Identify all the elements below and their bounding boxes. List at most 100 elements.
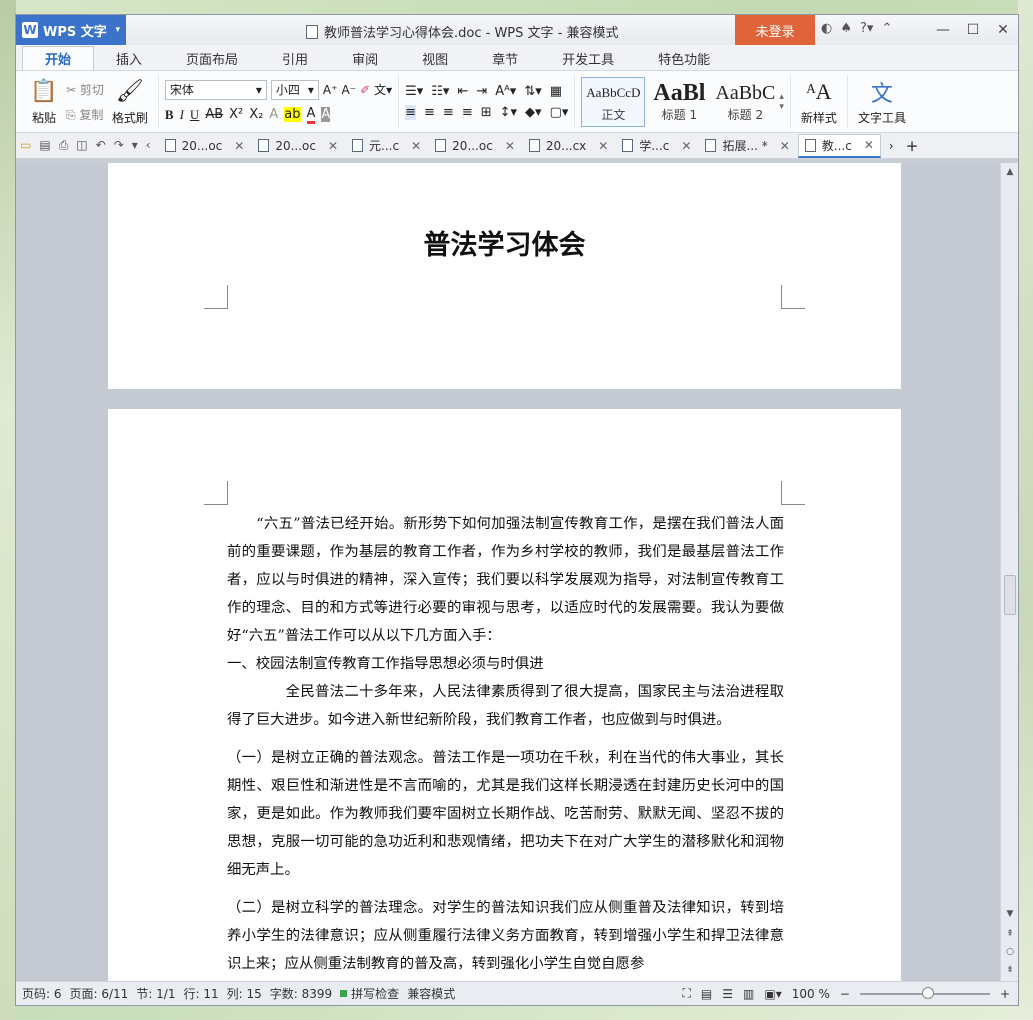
undo-icon[interactable]: ↶	[96, 138, 106, 153]
close-tab-icon[interactable]: ✕	[681, 139, 691, 153]
tab-features[interactable]: 特色功能	[636, 46, 732, 70]
cloud-icon[interactable]: ◐	[821, 21, 832, 36]
doc-tab[interactable]: 元...c ✕	[346, 134, 427, 158]
tabs-left-icon[interactable]: ‹	[146, 138, 151, 153]
bold-icon[interactable]: B	[165, 107, 174, 123]
shading-icon[interactable]: ◆▾	[525, 105, 542, 120]
new-style-button[interactable]: ᴬA 新样式	[797, 78, 841, 126]
subscript-icon[interactable]: X₂	[249, 107, 263, 122]
zoom-in-icon[interactable]: +	[1000, 987, 1010, 1001]
tab-view[interactable]: 视图	[400, 46, 470, 70]
tabs-right-icon[interactable]: ›	[889, 139, 894, 153]
zoom-slider-knob[interactable]	[921, 986, 934, 999]
close-tab-icon[interactable]: ✕	[864, 138, 874, 152]
redo-icon[interactable]: ↷	[114, 138, 124, 153]
align-center-icon[interactable]: ≡	[424, 105, 435, 120]
char-shading-icon[interactable]: A	[321, 107, 331, 122]
scroll-up-icon[interactable]: ▲	[1001, 163, 1018, 181]
increase-indent-icon[interactable]: ⇥	[476, 84, 487, 99]
web-view-icon[interactable]: ▥	[743, 987, 754, 1001]
close-tab-icon[interactable]: ✕	[780, 139, 790, 153]
help-icon[interactable]: ?▾	[860, 21, 873, 36]
close-button[interactable]: ✕	[988, 15, 1018, 45]
decrease-indent-icon[interactable]: ⇤	[457, 84, 468, 99]
doc-tab[interactable]: 20...cx ✕	[523, 134, 614, 158]
print-preview-icon[interactable]: ◫	[76, 138, 87, 153]
line-spacing-icon[interactable]: ↕▾	[500, 105, 517, 120]
paste-button[interactable]: 📋 粘贴	[26, 78, 62, 126]
page-view-icon[interactable]: ▤	[701, 987, 712, 1001]
font-size-select[interactable]: 小四 ▾	[270, 79, 319, 100]
open-icon[interactable]: ▭	[20, 138, 31, 153]
doc-tab[interactable]: 20...oc ✕	[429, 134, 521, 158]
full-screen-icon[interactable]: ⛶	[683, 986, 691, 1001]
style-normal[interactable]: AaBbCcD 正文	[581, 76, 646, 127]
grow-font-icon[interactable]: A⁺	[323, 83, 338, 97]
new-tab-icon[interactable]: +	[906, 137, 919, 155]
border-icon[interactable]: ▢▾	[550, 105, 569, 120]
maximize-button[interactable]: ☐	[958, 15, 988, 45]
copy-button[interactable]: ⎘ 复制	[66, 106, 104, 123]
clear-format-icon[interactable]: ✐	[360, 83, 370, 97]
doc-tab[interactable]: 20...oc ✕	[159, 134, 251, 158]
tab-page-layout[interactable]: 页面布局	[164, 46, 260, 70]
italic-icon[interactable]: I	[180, 107, 184, 123]
font-color-icon[interactable]: A	[306, 106, 316, 124]
sort-icon[interactable]: ⇅▾	[524, 84, 541, 99]
strikethrough-icon[interactable]: AB	[205, 107, 223, 122]
next-page-icon[interactable]: ⇟	[1001, 961, 1018, 979]
doc-tab[interactable]: 学...c ✕	[616, 134, 697, 158]
align-left-icon[interactable]: ≡	[405, 104, 416, 120]
numbered-list-icon[interactable]: ☷▾	[431, 84, 449, 99]
text-effect-icon[interactable]: A	[269, 107, 278, 122]
superscript-icon[interactable]: X²	[229, 107, 243, 122]
document-body[interactable]: “六五”普法已经开始。新形势下如何加强法制宣传教育工作，是摆在我们普法人面前的重…	[227, 510, 784, 978]
status-words[interactable]: 字数: 8399	[270, 985, 332, 1002]
login-button[interactable]: 未登录	[735, 15, 815, 45]
close-tab-icon[interactable]: ✕	[328, 139, 338, 153]
tab-developer[interactable]: 开发工具	[540, 46, 636, 70]
collapse-ribbon-icon[interactable]: ⌃	[881, 21, 892, 36]
doc-tab[interactable]: 拓展... * ✕	[699, 134, 795, 158]
print-icon[interactable]: ⎙	[59, 138, 69, 153]
reading-view-icon[interactable]: ▣▾	[764, 987, 781, 1001]
tab-section[interactable]: 章节	[470, 46, 540, 70]
phonetic-icon[interactable]: 文▾	[374, 81, 392, 98]
scroll-thumb[interactable]	[1004, 575, 1016, 615]
select-browse-icon[interactable]: ○	[1001, 943, 1018, 961]
align-right-icon[interactable]: ≡	[443, 105, 454, 120]
tab-insert[interactable]: 插入	[94, 46, 164, 70]
style-heading-2[interactable]: AaBbC 标题 2	[713, 77, 777, 127]
skin-icon[interactable]: ♠	[840, 21, 852, 36]
styles-scroll-icon[interactable]: ▴ ▾	[779, 92, 784, 112]
customize-icon[interactable]: ▾	[132, 138, 138, 153]
zoom-slider[interactable]	[859, 986, 990, 999]
shrink-font-icon[interactable]: A⁻	[341, 83, 356, 97]
close-tab-icon[interactable]: ✕	[234, 139, 244, 153]
style-heading-1[interactable]: AaBl 标题 1	[647, 77, 711, 127]
doc-tab-active[interactable]: 教...c ✕	[797, 133, 881, 158]
close-tab-icon[interactable]: ✕	[598, 139, 608, 153]
text-tools-button[interactable]: 文 文字工具	[854, 78, 910, 126]
table-icon[interactable]: ▦	[550, 84, 562, 99]
scroll-down-icon[interactable]: ▼	[1001, 905, 1018, 923]
page-current[interactable]: “六五”普法已经开始。新形势下如何加强法制宣传教育工作，是摆在我们普法人面前的重…	[108, 409, 901, 983]
close-tab-icon[interactable]: ✕	[411, 139, 421, 153]
format-painter-button[interactable]: 🖌 格式刷	[108, 78, 152, 126]
underline-icon[interactable]: U	[190, 107, 199, 123]
tab-home[interactable]: 开始	[22, 46, 95, 70]
app-menu-button[interactable]: W WPS 文字 ▾	[16, 15, 126, 45]
close-tab-icon[interactable]: ✕	[505, 139, 515, 153]
minimize-button[interactable]: —	[928, 15, 958, 45]
prev-page-icon[interactable]: ⇞	[1001, 925, 1018, 943]
font-name-select[interactable]: 宋体 ▾	[164, 79, 267, 100]
outline-view-icon[interactable]: ☰	[722, 987, 733, 1001]
justify-icon[interactable]: ≡	[462, 105, 473, 120]
spell-check-toggle[interactable]: 拼写检查	[340, 985, 399, 1002]
tab-review[interactable]: 审阅	[330, 46, 400, 70]
zoom-out-icon[interactable]: −	[840, 987, 850, 1001]
save-icon[interactable]: ▤	[39, 138, 50, 153]
bullet-list-icon[interactable]: ☰▾	[405, 84, 423, 99]
doc-tab[interactable]: 20...oc ✕	[252, 134, 344, 158]
zoom-value[interactable]: 100 %	[792, 987, 830, 1001]
